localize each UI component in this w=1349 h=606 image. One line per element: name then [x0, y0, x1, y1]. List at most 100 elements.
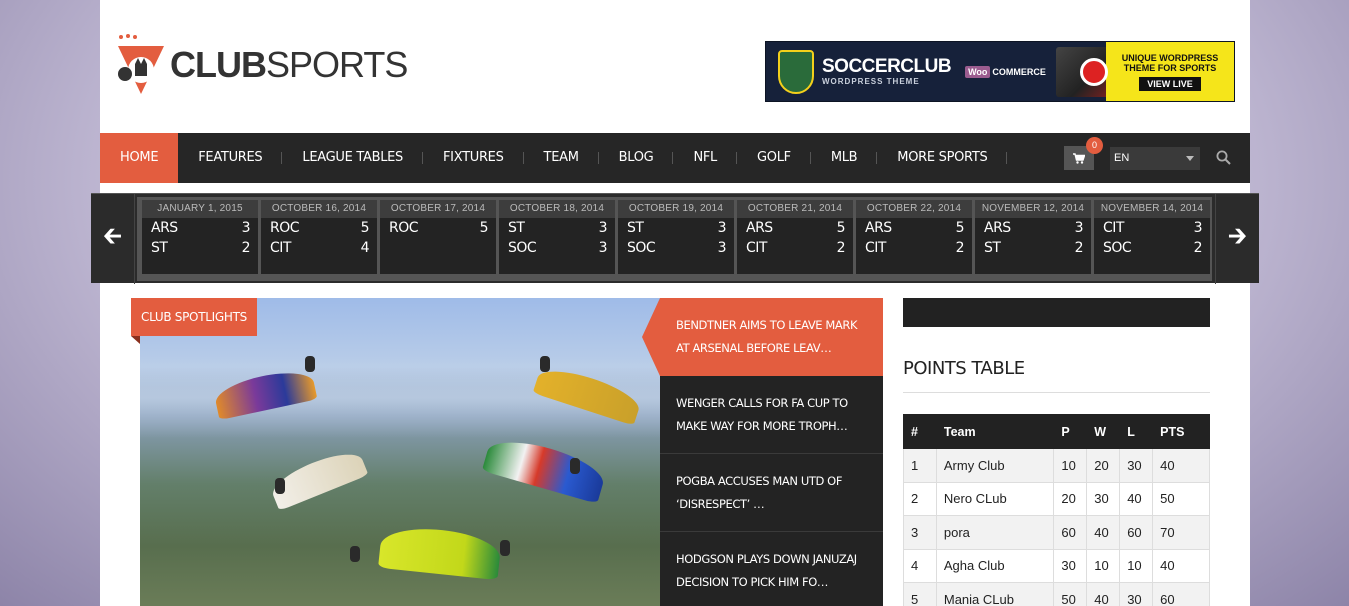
site-logo[interactable]: CLUBSPORTS — [116, 33, 408, 97]
home-team: ST — [508, 220, 525, 236]
column-header: W — [1086, 414, 1121, 449]
match-card[interactable]: OCTOBER 22, 2014 ARS 5 CIT 2 — [856, 200, 972, 274]
team-name-cell[interactable]: Agha Club — [935, 548, 1055, 583]
news-item[interactable]: POGBA ACCUSES MAN UTD OF ‘DISRESPECT’ … — [660, 454, 883, 532]
ad-brand: SOCCERCLUB WORDPRESS THEME — [822, 57, 952, 87]
nav-item-blog[interactable]: BLOG — [599, 133, 674, 183]
match-date: OCTOBER 19, 2014 — [618, 200, 734, 218]
language-select[interactable]: EN — [1110, 147, 1200, 170]
news-item[interactable]: WENGER CALLS FOR FA CUP TO MAKE WAY FOR … — [660, 376, 883, 454]
table-row: 2 Nero CLub 20 30 40 50 — [903, 481, 1210, 516]
ticker-next-button[interactable]: 🡲 — [1215, 194, 1259, 284]
category-badge[interactable]: CLUB SPOTLIGHTS — [131, 298, 257, 336]
match-away-row: ST 2 — [142, 238, 258, 258]
crown-shield-icon — [118, 34, 164, 94]
match-away-row: CIT 4 — [261, 238, 377, 258]
table-header-row: # Team P W L PTS — [903, 414, 1210, 449]
match-card[interactable]: NOVEMBER 12, 2014 ARS 3 ST 2 — [975, 200, 1091, 274]
match-card[interactable]: OCTOBER 17, 2014 ROC 5 — [380, 200, 496, 274]
away-score: 2 — [836, 240, 846, 256]
nav-item-team[interactable]: TEAM — [524, 133, 599, 183]
skydiver — [500, 540, 510, 556]
nav-item-golf[interactable]: GOLF — [737, 133, 811, 183]
parachute — [378, 523, 502, 581]
nav-item-nfl[interactable]: NFL — [673, 133, 737, 183]
sidebar-tab-bar — [903, 298, 1210, 327]
home-team: ARS — [151, 220, 178, 236]
table-cell: 60 — [1053, 515, 1088, 550]
away-team: CIT — [865, 240, 886, 256]
table-row: 5 Mania CLub 50 40 30 60 — [903, 582, 1210, 606]
nav-item-features[interactable]: FEATURES — [178, 133, 283, 183]
team-name-cell[interactable]: Nero CLub — [935, 481, 1055, 516]
home-team: ROC — [270, 220, 300, 236]
match-card[interactable]: JANUARY 1, 2015 ARS 3 ST 2 — [142, 200, 258, 274]
away-score: 3 — [598, 240, 608, 256]
points-table: # Team P W L PTS 1 Army Club 10 20 30 40 2 Nero CLub 2… — [903, 414, 1210, 606]
match-away-row: SOC 3 — [618, 238, 734, 258]
home-score: 3 — [241, 220, 251, 236]
ad-tagline: UNIQUE WORDPRESS THEME FOR SPORTS — [1121, 52, 1219, 73]
nav-item-more-sports[interactable]: MORE SPORTS — [877, 133, 1008, 183]
table-cell: 10 — [1119, 548, 1154, 583]
match-date: OCTOBER 21, 2014 — [737, 200, 853, 218]
table-cell: 3 — [903, 515, 937, 550]
table-cell: 2 — [903, 481, 937, 516]
home-team: ST — [627, 220, 644, 236]
match-date: OCTOBER 18, 2014 — [499, 200, 615, 218]
team-name-cell[interactable]: Mania CLub — [935, 582, 1055, 606]
skydiver — [275, 478, 285, 494]
hero-image[interactable] — [140, 298, 660, 606]
nav-item-mlb[interactable]: MLB — [811, 133, 878, 183]
away-team: CIT — [270, 240, 291, 256]
table-cell: 40 — [1152, 448, 1210, 483]
home-score: 5 — [836, 220, 846, 236]
nav-item-home[interactable]: HOME — [100, 133, 179, 183]
match-card[interactable]: OCTOBER 16, 2014 ROC 5 CIT 4 — [261, 200, 377, 274]
match-away-row: ST 2 — [975, 238, 1091, 258]
skydiver — [305, 356, 315, 372]
nav-item-league-tables[interactable]: LEAGUE TABLES — [282, 133, 423, 183]
news-item[interactable]: BENDTNER AIMS TO LEAVE MARK AT ARSENAL B… — [642, 298, 883, 376]
team-name-cell[interactable]: pora — [935, 515, 1055, 550]
table-cell: 40 — [1086, 582, 1121, 606]
team-name-cell[interactable]: Army Club — [935, 448, 1055, 483]
table-cell: 70 — [1152, 515, 1210, 550]
match-home-row: CIT 3 — [1094, 218, 1210, 238]
away-score: 2 — [241, 240, 251, 256]
search-icon[interactable] — [1216, 150, 1231, 165]
away-score: 3 — [717, 240, 727, 256]
match-home-row: ROC 5 — [380, 218, 496, 238]
nav-item-fixtures[interactable]: FIXTURES — [423, 133, 524, 183]
away-team: ST — [151, 240, 168, 256]
table-cell: 30 — [1086, 481, 1121, 516]
ticker-prev-button[interactable]: 🡰 — [91, 194, 135, 284]
home-team: ARS — [984, 220, 1011, 236]
match-home-row: ST 3 — [618, 218, 734, 238]
column-header: # — [903, 414, 937, 449]
match-home-row: ARS 3 — [142, 218, 258, 238]
away-team: SOC — [1103, 240, 1132, 256]
woocommerce-logo: Woo COMMERCE — [965, 65, 1046, 78]
away-team: ST — [984, 240, 1001, 256]
match-card[interactable]: OCTOBER 19, 2014 ST 3 SOC 3 — [618, 200, 734, 274]
match-away-row: CIT 2 — [737, 238, 853, 258]
view-live-button[interactable]: VIEW LIVE — [1139, 76, 1201, 91]
site-logo-text: CLUBSPORTS — [170, 44, 408, 85]
table-cell: 60 — [1119, 515, 1154, 550]
arrow-right-icon: 🡲 — [1227, 222, 1248, 250]
column-header: P — [1053, 414, 1088, 449]
language-select-value: EN — [1114, 152, 1130, 164]
ad-banner[interactable]: SOCCERCLUB WORDPRESS THEME Woo COMMERCE U… — [765, 41, 1235, 102]
match-card[interactable]: OCTOBER 21, 2014 ARS 5 CIT 2 — [737, 200, 853, 274]
match-card[interactable]: NOVEMBER 14, 2014 CIT 3 SOC 2 — [1094, 200, 1210, 274]
table-cell: 4 — [903, 548, 937, 583]
away-team: CIT — [746, 240, 767, 256]
table-cell: 20 — [1053, 481, 1088, 516]
table-cell: 50 — [1152, 481, 1210, 516]
match-away-row: SOC 2 — [1094, 238, 1210, 258]
match-date: NOVEMBER 14, 2014 — [1094, 200, 1210, 218]
home-team: ROC — [389, 220, 419, 236]
news-item[interactable]: HODGSON PLAYS DOWN JANUZAJ DECISION TO P… — [660, 532, 883, 606]
match-card[interactable]: OCTOBER 18, 2014 ST 3 SOC 3 — [499, 200, 615, 274]
